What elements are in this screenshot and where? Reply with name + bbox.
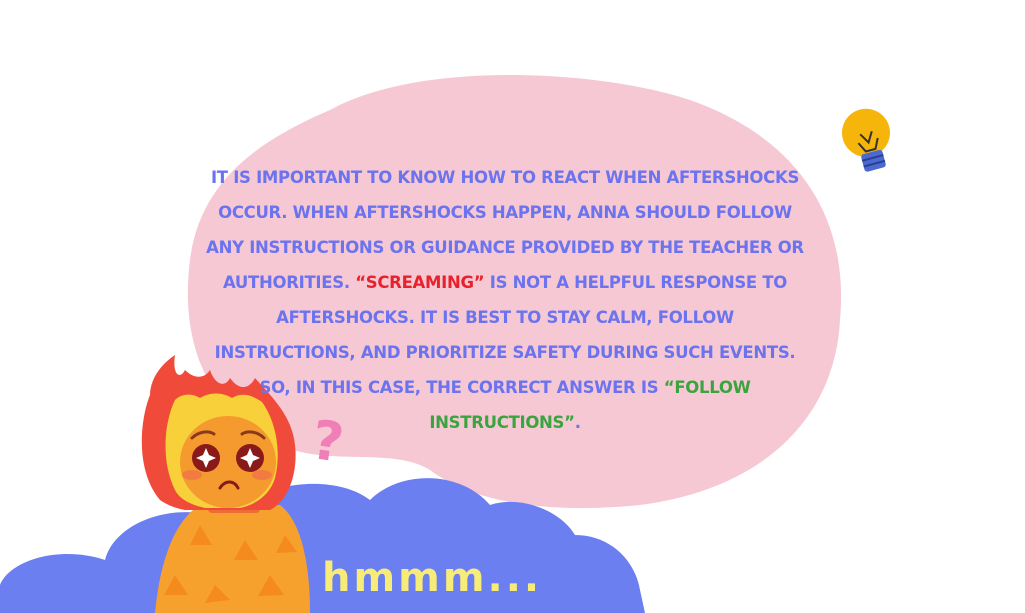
lightbulb-icon — [841, 108, 890, 172]
explanation-part-3: . — [574, 413, 581, 432]
wrong-answer-keyword: “Screaming” — [355, 273, 485, 292]
explanation-text: It is important to know how to react whe… — [205, 160, 805, 440]
explanation-scene: ? It is important to know how to react w… — [0, 0, 1025, 613]
thinking-text: hmmm... — [322, 555, 543, 601]
